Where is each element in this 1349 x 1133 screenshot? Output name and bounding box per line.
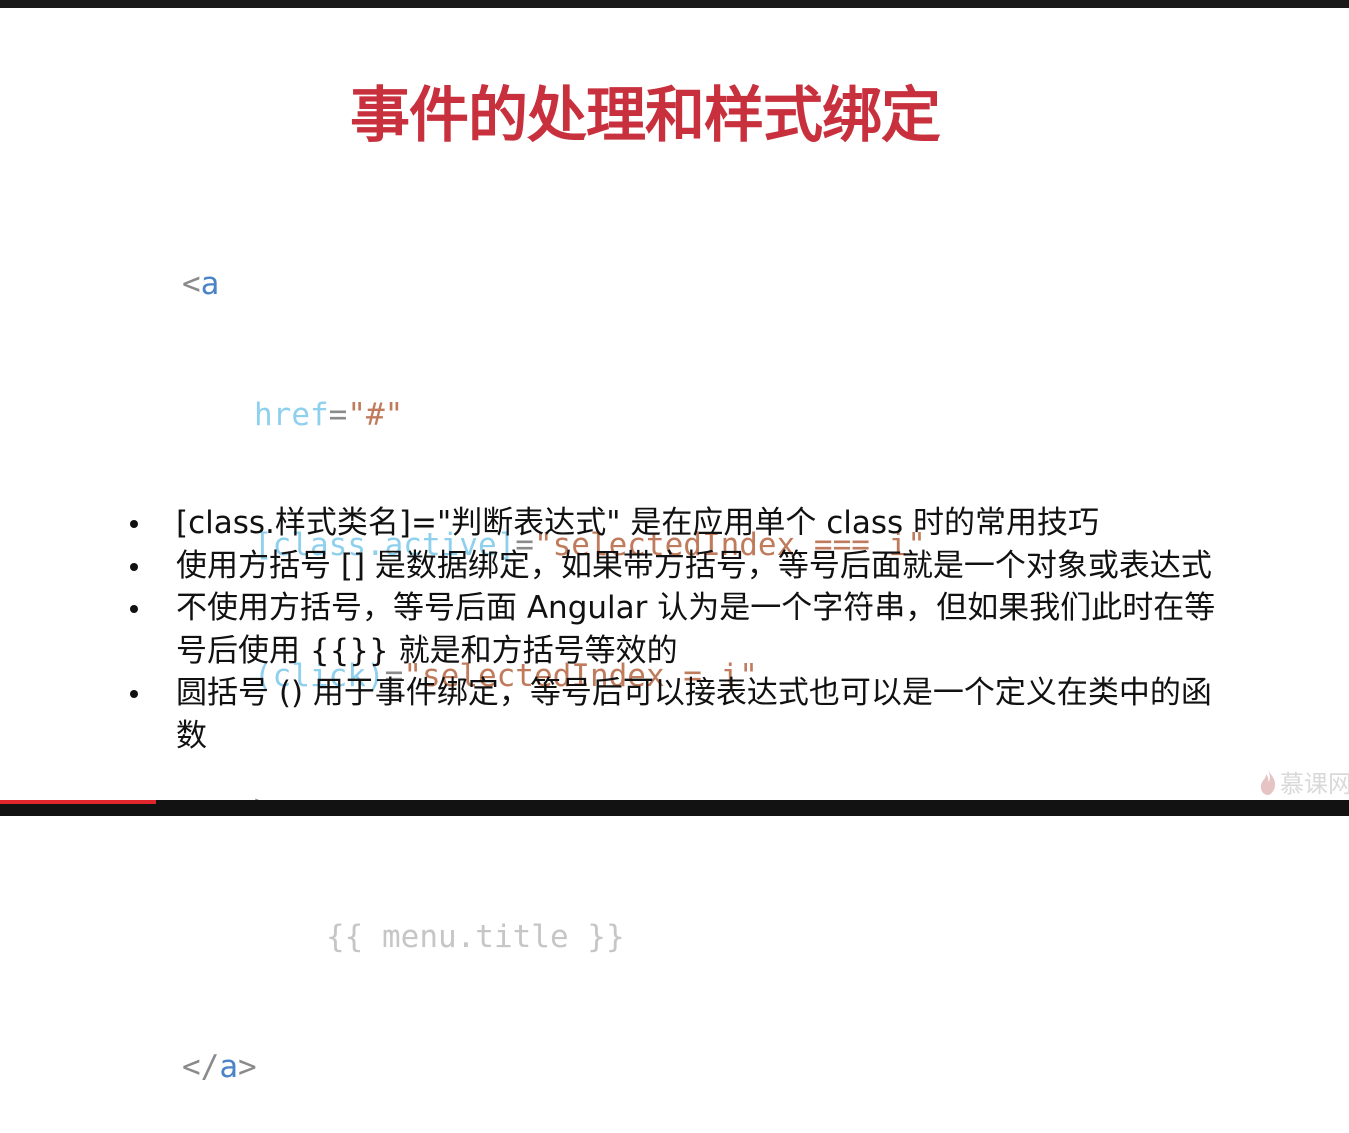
bullet-item: 不使用方括号，等号后面 Angular 认为是一个字符串，但如果我们此时在等号后…	[130, 587, 1220, 672]
flame-icon	[1260, 768, 1276, 795]
code-token: =	[328, 396, 348, 433]
code-token: >	[238, 1049, 257, 1085]
code-token: <	[182, 266, 201, 302]
watermark-logo: 慕课网	[1258, 764, 1349, 799]
code-line-2: href="#"	[182, 394, 926, 438]
slide-title: 事件的处理和样式绑定	[350, 81, 941, 151]
window-top-bar	[0, 0, 1349, 8]
code-line-1: <a	[182, 263, 926, 307]
bullet-item: 使用方括号 [] 是数据绑定，如果带方括号，等号后面就是一个对象或表达式	[130, 545, 1220, 588]
code-token: a	[200, 266, 220, 302]
bullet-list: [class.样式类名]="判断表达式" 是在应用单个 class 时的常用技巧…	[130, 502, 1220, 757]
code-line-7: </a>	[182, 1046, 926, 1090]
code-token: "#"	[347, 396, 404, 433]
code-token: a	[219, 1049, 238, 1085]
code-token: </	[182, 1049, 220, 1085]
bullet-item: [class.样式类名]="判断表达式" 是在应用单个 class 时的常用技巧	[130, 502, 1220, 545]
watermark-text: 慕课网	[1280, 770, 1349, 798]
video-progress-bar[interactable]	[0, 800, 157, 804]
bullet-item: 圆括号 () 用于事件绑定，等号后可以接表达式也可以是一个定义在类中的函数	[130, 672, 1220, 757]
code-token: href	[254, 396, 329, 433]
video-control-bar	[0, 800, 1349, 816]
code-line-6: {{ menu.title }}	[182, 916, 926, 960]
code-token: {{ menu.title }}	[326, 918, 625, 955]
